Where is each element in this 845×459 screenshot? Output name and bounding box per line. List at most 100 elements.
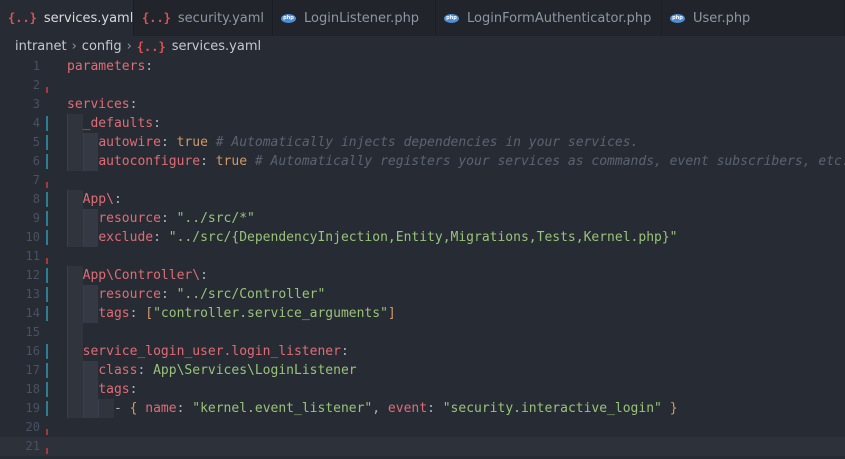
code-line[interactable]: 19 - { name: "kernel.event_listener", eve… — [0, 399, 845, 418]
indent-guide — [67, 304, 83, 323]
code-line[interactable]: 2 — [0, 76, 845, 95]
code-text: - { name: "kernel.event_listener", event… — [113, 401, 678, 416]
code-line[interactable]: 14 tags: ["controller.service_arguments"] — [0, 304, 845, 323]
code-line[interactable]: 15 — [0, 323, 845, 342]
code-line[interactable]: 11 — [0, 247, 845, 266]
modified-line-marker — [46, 306, 48, 321]
modified-line-marker — [46, 116, 48, 131]
indent-guide — [67, 361, 83, 380]
yaml-icon: {..} — [142, 11, 171, 25]
tab-label: User.php — [693, 10, 751, 26]
line-number: 11 — [25, 249, 40, 263]
modified-line-marker — [46, 344, 48, 359]
line-number: 13 — [25, 287, 40, 301]
code-line[interactable]: 3 services: — [0, 95, 845, 114]
code-line[interactable]: 20 — [0, 418, 845, 437]
code-text: services: — [67, 97, 138, 112]
line-number: 18 — [25, 382, 40, 396]
code-text: _defaults: — [82, 116, 161, 131]
code-line[interactable]: 21 — [0, 437, 845, 456]
code-line[interactable]: 4 _defaults: — [0, 114, 845, 133]
modified-line-marker — [46, 363, 48, 378]
tab-loginformauthenticator-php[interactable]: php LoginFormAuthenticator.php — [436, 0, 662, 36]
line-number: 2 — [32, 78, 40, 92]
tab-label: LoginFormAuthenticator.php — [467, 10, 652, 26]
line-number: 6 — [32, 154, 40, 168]
indent-guide — [82, 304, 99, 323]
code-line[interactable]: 6 autoconfigure: true # Automatically reg… — [0, 152, 845, 171]
code-text: service_login_user.login_listener: — [82, 344, 349, 359]
tab-label: security.yaml — [177, 10, 265, 26]
indent-guide — [82, 380, 99, 399]
deleted-line-marker — [46, 87, 48, 93]
modified-line-marker — [46, 192, 48, 207]
line-number: 12 — [25, 268, 40, 282]
yaml-icon: {..} — [136, 39, 166, 54]
deleted-line-marker — [46, 182, 48, 188]
code-text: autowire: true # Automatically injects d… — [98, 135, 639, 150]
php-icon: php — [444, 13, 459, 23]
indent-guide — [82, 361, 99, 380]
line-number: 8 — [32, 192, 40, 206]
line-number: 7 — [32, 173, 40, 187]
line-number: 21 — [25, 439, 40, 453]
code-line[interactable]: 10 exclude: "../src/{DependencyInjection,… — [0, 228, 845, 247]
line-number: 10 — [25, 230, 40, 244]
code-text: exclude: "../src/{DependencyInjection,En… — [98, 230, 678, 245]
breadcrumb-item-intranet[interactable]: intranet — [15, 39, 67, 54]
tab-user-php[interactable]: php User.php — [662, 0, 845, 36]
indent-guide — [67, 114, 83, 133]
indent-guide — [67, 266, 83, 285]
modified-line-marker — [46, 211, 48, 226]
breadcrumb: intranet › config › {..} services.yaml — [0, 36, 845, 57]
chevron-right-icon: › — [71, 39, 77, 54]
indent-guide — [82, 133, 99, 152]
line-number: 20 — [25, 420, 40, 434]
tab-label: services.yaml — [43, 10, 134, 26]
breadcrumb-item-config[interactable]: config — [82, 39, 122, 54]
tab-services-yaml[interactable]: {..} services.yaml — [0, 0, 134, 36]
indent-guide — [67, 152, 83, 171]
code-line[interactable]: 5 autowire: true # Automatically injects … — [0, 133, 845, 152]
code-editor[interactable]: 1 parameters: 2 3 services: 4 _defaults: 5 autow… — [0, 57, 845, 459]
code-text: parameters: — [67, 59, 154, 74]
indent-guide — [82, 399, 99, 418]
code-line[interactable]: 12 App\Controller\: — [0, 266, 845, 285]
breadcrumb-item-file[interactable]: services.yaml — [172, 39, 261, 54]
modified-line-marker — [46, 268, 48, 283]
line-number: 17 — [25, 363, 40, 377]
code-line[interactable]: 8 App\: — [0, 190, 845, 209]
indent-guide — [82, 209, 99, 228]
code-text: App\Controller\: — [82, 268, 208, 283]
chevron-right-icon: › — [126, 39, 132, 54]
indent-guide — [67, 133, 83, 152]
line-number: 9 — [32, 211, 40, 225]
modified-line-marker — [46, 287, 48, 302]
php-icon: php — [281, 13, 296, 23]
code-line[interactable]: 16 service_login_user.login_listener: — [0, 342, 845, 361]
modified-line-marker — [46, 135, 48, 150]
indent-guide — [67, 399, 83, 418]
code-text: App\: — [82, 192, 122, 207]
indent-guide — [67, 323, 83, 342]
indent-guide — [82, 285, 99, 304]
code-line[interactable]: 7 — [0, 171, 845, 190]
modified-line-marker — [46, 401, 48, 416]
yaml-icon: {..} — [8, 11, 37, 25]
tab-bar: {..} services.yaml {..} security.yaml php Log… — [0, 0, 845, 36]
code-line[interactable]: 1 parameters: — [0, 57, 845, 76]
modified-line-marker — [46, 230, 48, 245]
tab-loginlistener-php[interactable]: php LoginListener.php — [273, 0, 436, 36]
line-number: 19 — [25, 401, 40, 415]
code-text: autoconfigure: true # Automatically regi… — [98, 154, 845, 169]
tab-label: LoginListener.php — [304, 10, 420, 26]
indent-guide — [98, 399, 114, 418]
code-line[interactable]: 13 resource: "../src/Controller" — [0, 285, 845, 304]
code-line[interactable]: 18 tags: — [0, 380, 845, 399]
code-line[interactable]: 9 resource: "../src/*" — [0, 209, 845, 228]
deleted-line-marker — [46, 429, 48, 435]
deleted-line-marker — [46, 258, 48, 264]
code-line[interactable]: 17 class: App\Services\LoginListener — [0, 361, 845, 380]
tab-security-yaml[interactable]: {..} security.yaml — [134, 0, 273, 36]
code-text: class: App\Services\LoginListener — [98, 363, 357, 378]
